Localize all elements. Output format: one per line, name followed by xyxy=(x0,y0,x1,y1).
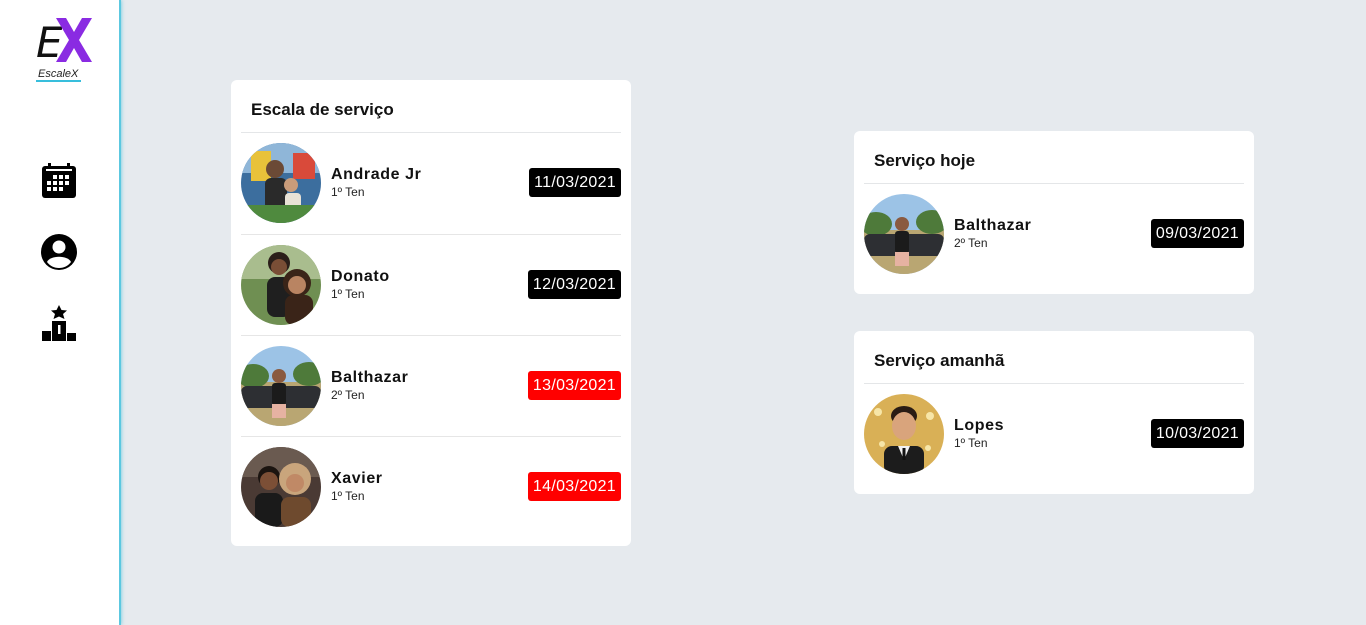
person-rank: 1º Ten xyxy=(954,436,988,450)
person-name: Donato xyxy=(331,268,390,285)
escala-row[interactable]: Balthazar 2º Ten 13/03/2021 xyxy=(241,335,621,436)
app-logo[interactable]: E EscaleX xyxy=(34,12,94,86)
person-rank: 1º Ten xyxy=(331,185,365,199)
date-badge: 12/03/2021 xyxy=(527,270,621,299)
person-name: Lopes xyxy=(954,417,1005,434)
escala-row[interactable]: Andrade Jr 1º Ten 11/03/2021 xyxy=(241,133,621,234)
person-rank: 2º Ten xyxy=(954,236,988,250)
escala-title: Escala de serviço xyxy=(251,100,394,119)
date-badge: 11/03/2021 xyxy=(529,168,621,197)
avatar xyxy=(241,447,321,527)
nav-calendar[interactable] xyxy=(40,162,78,200)
avatar xyxy=(241,245,321,325)
escala-row[interactable]: Donato 1º Ten 12/03/2021 xyxy=(241,234,621,335)
app-name: EscaleX xyxy=(36,68,82,82)
servico-hoje-title: Serviço hoje xyxy=(874,151,976,170)
person-rank: 1º Ten xyxy=(331,489,365,503)
calendar-icon xyxy=(42,163,76,198)
date-badge: 10/03/2021 xyxy=(1150,419,1244,448)
avatar xyxy=(864,394,944,474)
escala-row[interactable]: Xavier 1º Ten 14/03/2021 xyxy=(241,436,621,537)
servico-amanha-title: Serviço amanhã xyxy=(874,351,1005,370)
person-name: Andrade Jr xyxy=(331,166,422,183)
person-rank: 2º Ten xyxy=(331,388,365,402)
servico-amanha-card: Serviço amanhã Lopes 1º Ten 10/03/2021 xyxy=(854,331,1254,494)
escala-card: Escala de serviço Andrade Jr 1º Ten 11/0… xyxy=(231,80,631,546)
person-name: Balthazar xyxy=(331,369,409,386)
person-name: Balthazar xyxy=(954,217,1032,234)
avatar xyxy=(864,194,944,274)
sidebar: E EscaleX xyxy=(0,0,121,625)
logo-x-mark xyxy=(56,18,92,62)
servico-amanha-row[interactable]: Lopes 1º Ten 10/03/2021 xyxy=(864,384,1244,485)
nav-profile[interactable] xyxy=(40,233,78,271)
servico-hoje-row[interactable]: Balthazar 2º Ten 09/03/2021 xyxy=(864,184,1244,285)
servico-hoje-card: Serviço hoje Balthazar 2º Ten 09/03/2021 xyxy=(854,131,1254,294)
date-badge: 14/03/2021 xyxy=(527,472,621,501)
account-circle-icon xyxy=(41,234,77,270)
date-badge: 13/03/2021 xyxy=(527,371,621,400)
person-name: Xavier xyxy=(331,470,383,487)
podium-ranking-icon xyxy=(42,305,76,341)
person-rank: 1º Ten xyxy=(331,287,365,301)
nav-ranking[interactable] xyxy=(40,304,78,342)
date-badge: 09/03/2021 xyxy=(1150,219,1244,248)
avatar xyxy=(241,346,321,426)
avatar xyxy=(241,143,321,223)
